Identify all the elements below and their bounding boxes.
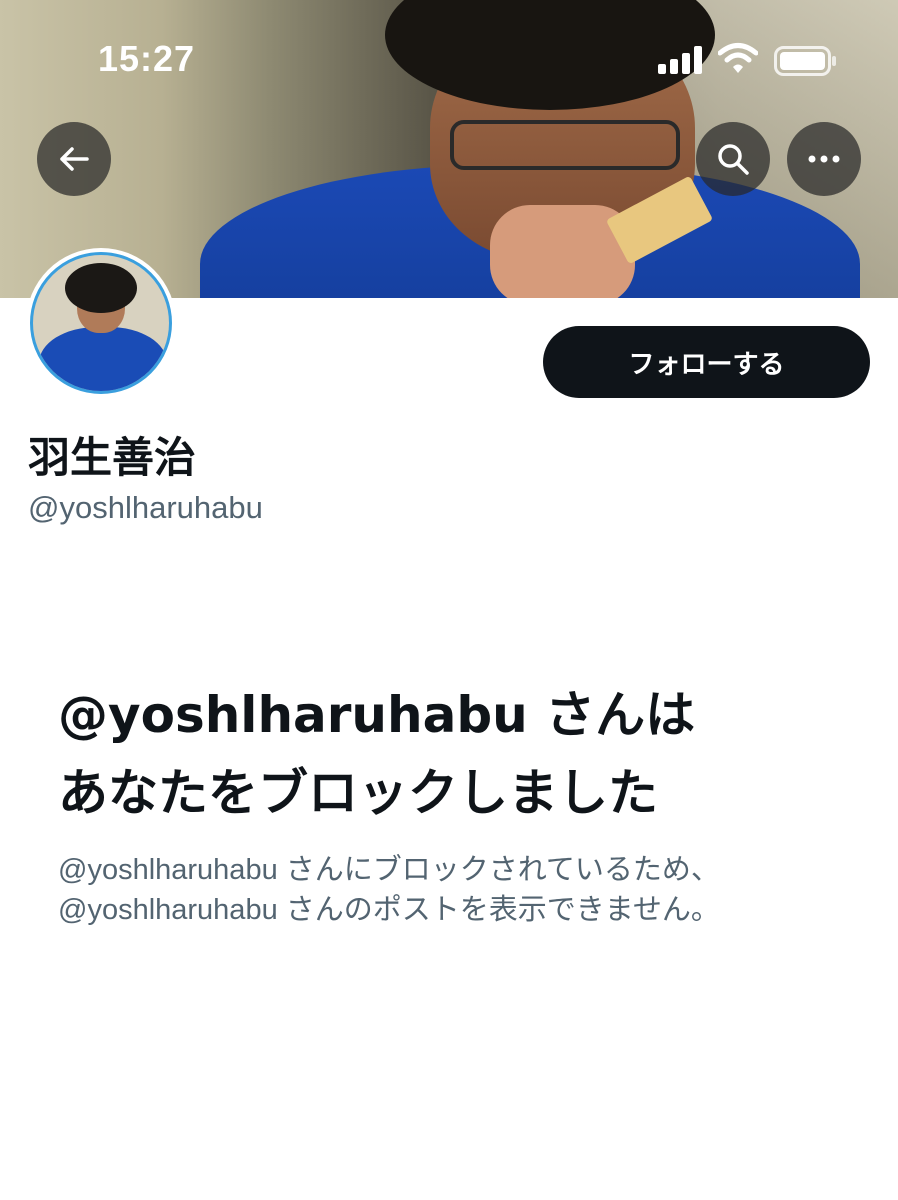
- avatar-image: [30, 252, 172, 394]
- battery-icon: [774, 46, 836, 76]
- blocked-title-line-2: あなたをブロックしました: [58, 764, 658, 822]
- more-button[interactable]: [787, 122, 861, 196]
- blocked-description-line-1: @yoshlharuhabu さんにブロックされているため、: [58, 854, 720, 886]
- blocked-notice-description: @yoshlharuhabu さんにブロックされているため、 @yoshlhar…: [58, 850, 858, 930]
- status-time: 15:27: [98, 38, 196, 79]
- blocked-notice-title: @yoshlharuhabu さんは あなたをブロックしました: [58, 676, 858, 832]
- blocked-title-line-1: @yoshlharuhabu さんは: [58, 686, 696, 744]
- more-horizontal-icon: [808, 155, 840, 163]
- search-button[interactable]: [696, 122, 770, 196]
- profile-handle: @yoshlharuhabu: [28, 490, 263, 525]
- wifi-icon: [718, 43, 758, 73]
- cellular-signal-icon: [658, 46, 704, 74]
- banner-glasses: [450, 120, 680, 170]
- back-button[interactable]: [37, 122, 111, 196]
- blocked-description-line-2: @yoshlharuhabu さんのポストを表示できません。: [58, 894, 720, 926]
- status-bar: 15:27: [0, 0, 898, 110]
- profile-display-name: 羽生善治: [28, 433, 197, 482]
- search-icon: [718, 144, 749, 175]
- profile-avatar[interactable]: [26, 248, 176, 398]
- arrow-left-icon: [60, 147, 89, 171]
- follow-button[interactable]: フォローする: [543, 326, 870, 398]
